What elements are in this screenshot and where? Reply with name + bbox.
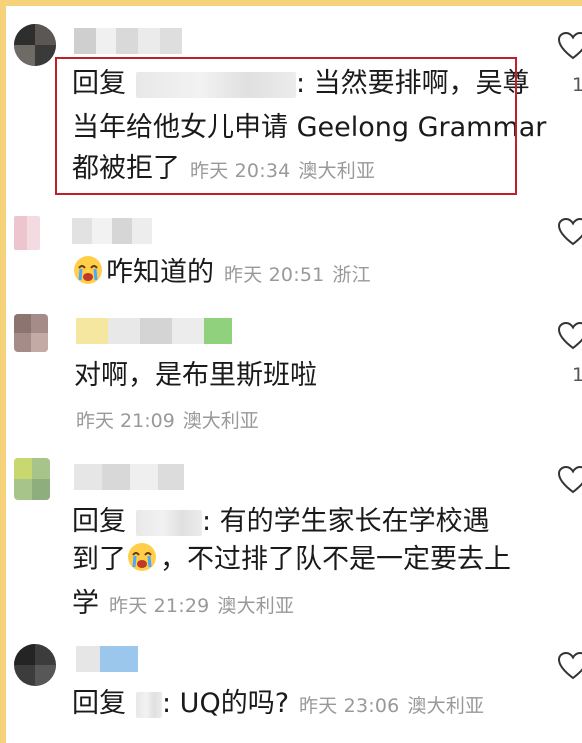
comment-time: 昨天 23:06 bbox=[299, 695, 400, 717]
comment-text: 学昨天 21:29 澳大利亚 bbox=[72, 588, 295, 619]
avatar[interactable] bbox=[14, 644, 56, 686]
comment-text: 回复: 有的学生家长在学校遇 bbox=[72, 506, 490, 537]
avatar[interactable] bbox=[14, 24, 56, 66]
comment-location: 澳大利亚 bbox=[407, 695, 485, 717]
comment-text: 咋知道的 昨天 20:51 浙江 bbox=[72, 253, 371, 295]
comment-list: 回复: 当然要排啊，吴尊 当年给他女儿申请 Geelong Grammar 都被… bbox=[6, 6, 582, 743]
comment-time: 昨天 21:29 bbox=[109, 595, 210, 617]
comment-location: 澳大利亚 bbox=[182, 410, 259, 432]
comment-time: 昨天 20:51 bbox=[224, 264, 325, 286]
comment-meta: 昨天 21:09 澳大利亚 bbox=[76, 406, 259, 433]
username-blurred[interactable] bbox=[74, 28, 184, 54]
comment-location: 浙江 bbox=[332, 264, 371, 286]
reply-target-blurred[interactable] bbox=[136, 691, 162, 718]
username-blurred[interactable] bbox=[72, 218, 152, 244]
reply-label: 回复 bbox=[72, 506, 126, 537]
username-blurred[interactable] bbox=[76, 318, 236, 344]
comment-time: 昨天 21:09 bbox=[76, 410, 175, 432]
like-icon[interactable] bbox=[558, 32, 582, 60]
comment-location: 澳大利亚 bbox=[217, 595, 295, 617]
like-icon[interactable] bbox=[558, 218, 582, 246]
highlight-box bbox=[55, 57, 517, 195]
like-icon[interactable] bbox=[558, 322, 582, 350]
username-blurred[interactable] bbox=[74, 464, 184, 490]
like-count: 1 bbox=[572, 74, 582, 96]
avatar[interactable] bbox=[14, 216, 40, 250]
like-icon[interactable] bbox=[558, 466, 582, 494]
comment-text: 回复: UQ的吗? 昨天 23:06 澳大利亚 bbox=[72, 688, 485, 719]
username-blurred[interactable] bbox=[76, 646, 138, 672]
like-icon[interactable] bbox=[558, 652, 582, 680]
like-count: 1 bbox=[572, 364, 582, 386]
avatar[interactable] bbox=[14, 314, 48, 352]
reply-label: 回复 bbox=[72, 688, 126, 719]
comment-text: 到了 ，不过排了队不是一定要去上 bbox=[72, 540, 511, 580]
avatar[interactable] bbox=[14, 458, 50, 500]
crying-face-emoji-icon bbox=[128, 543, 156, 571]
reply-target-blurred[interactable] bbox=[136, 509, 202, 536]
comment-text: 对啊，是布里斯班啦 bbox=[74, 360, 317, 391]
crying-face-emoji-icon bbox=[74, 256, 102, 284]
